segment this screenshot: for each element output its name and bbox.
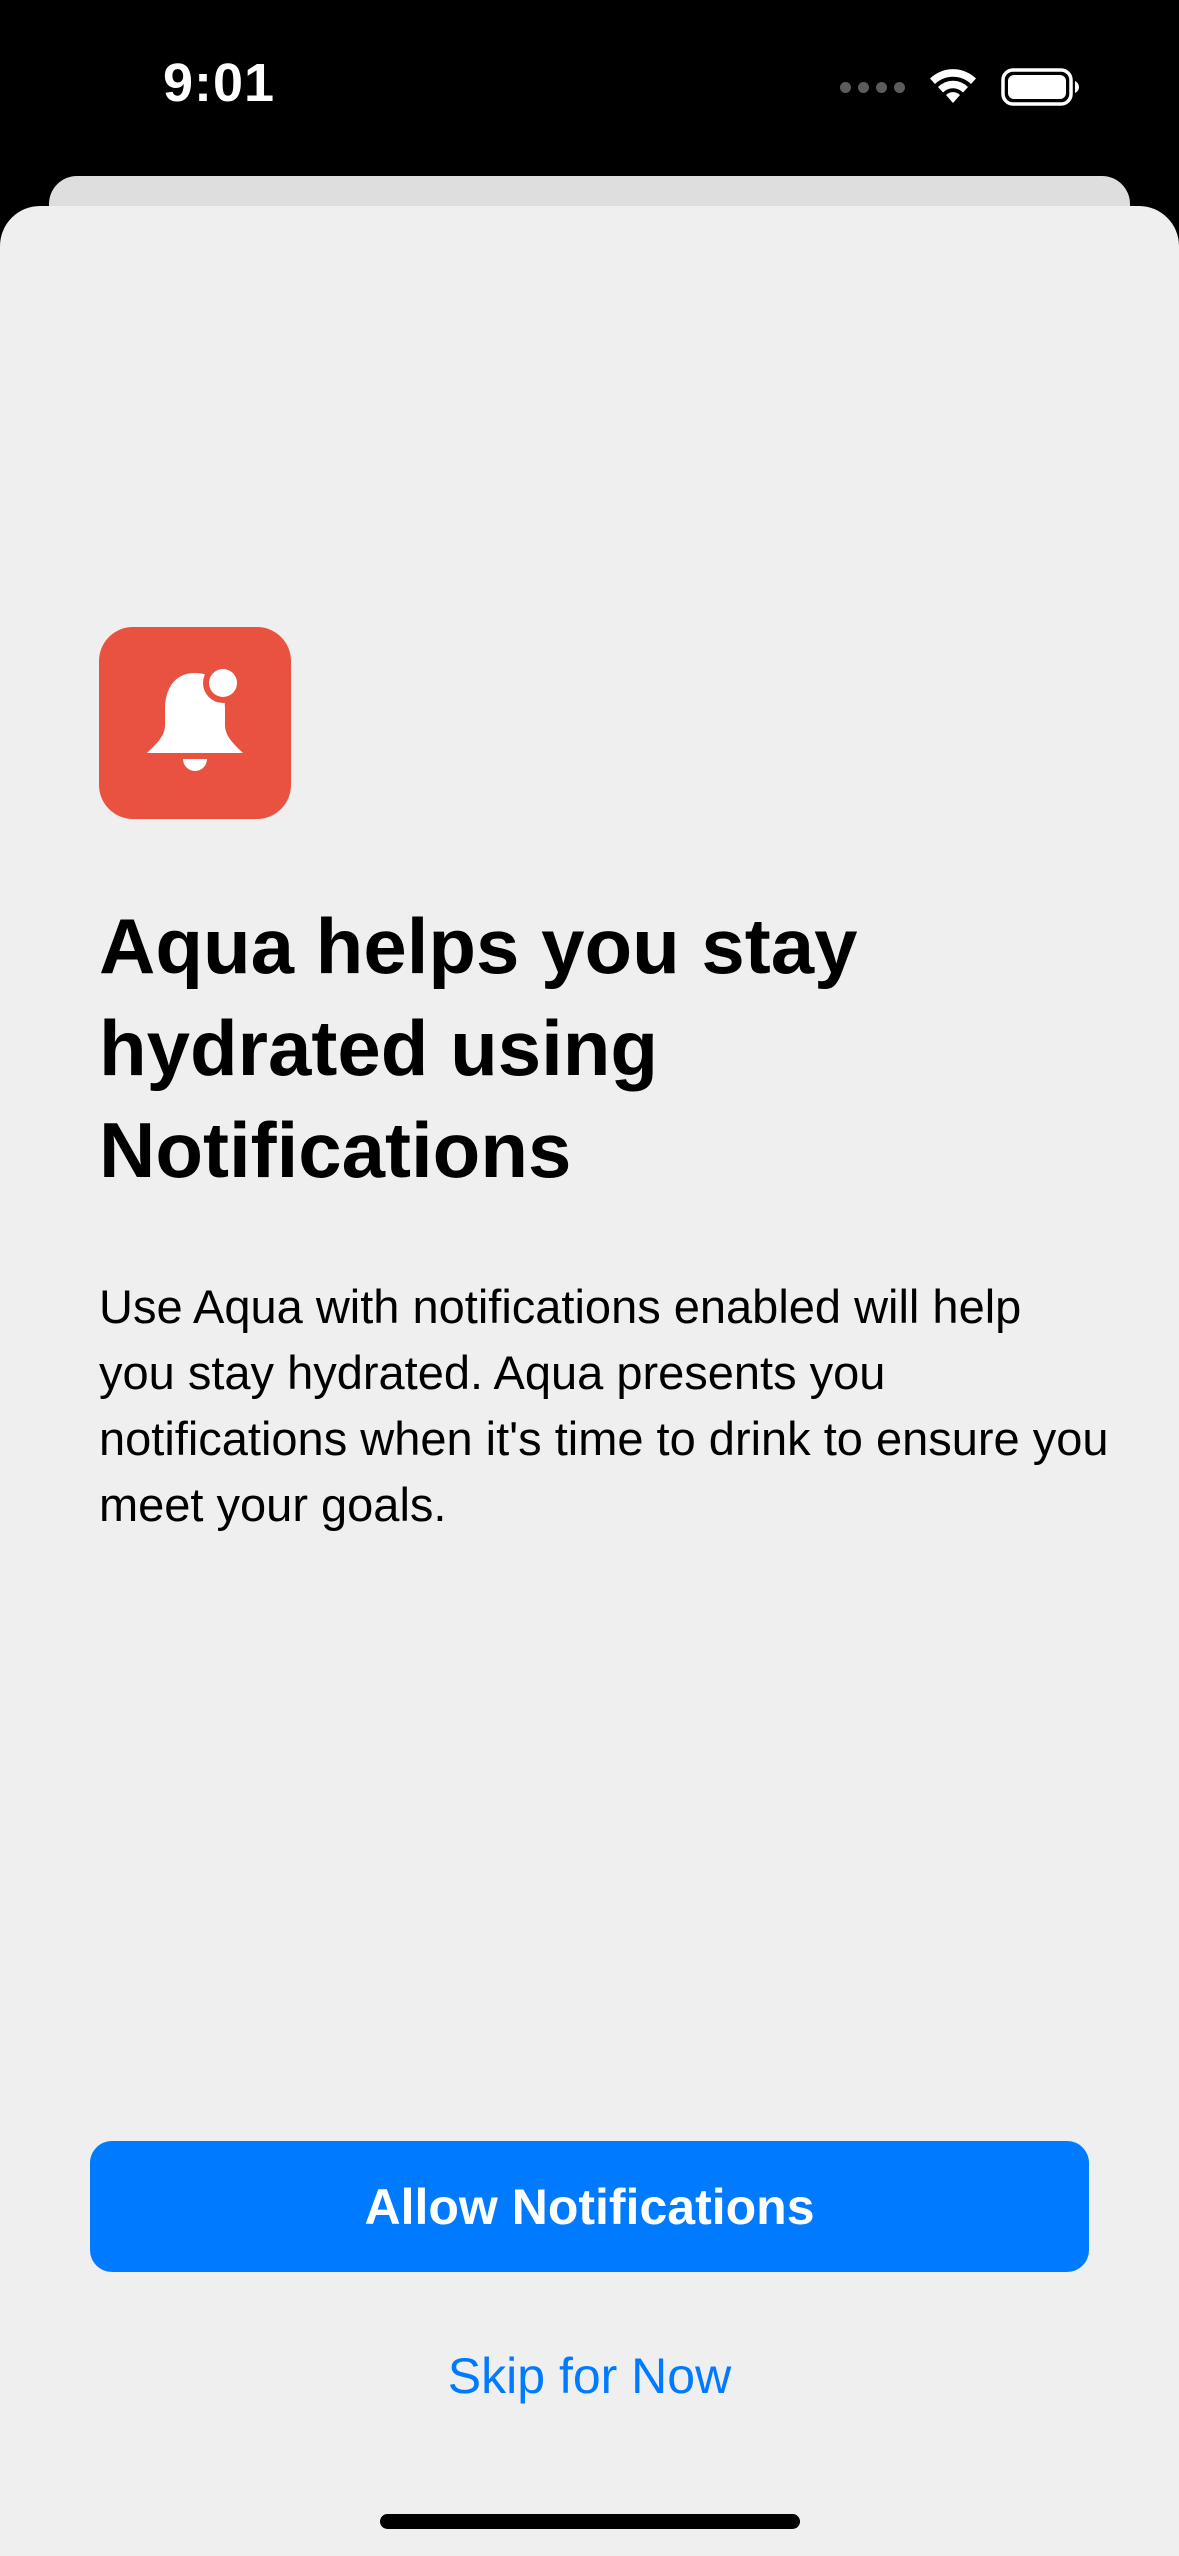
battery-icon: [1001, 67, 1081, 107]
screen: 9:01 Aqua helps you stay hydrated using …: [0, 0, 1179, 2556]
wifi-icon: [927, 67, 979, 107]
allow-notifications-button[interactable]: Allow Notifications: [90, 2141, 1089, 2272]
status-time: 9:01: [163, 53, 276, 113]
status-icons: [840, 62, 1081, 112]
skip-for-now-button[interactable]: Skip for Now: [90, 2336, 1089, 2416]
cellular-signal-icon: [840, 81, 905, 93]
home-indicator[interactable]: [380, 2514, 800, 2529]
description-text: Use Aqua with notifications enabled will…: [99, 1280, 1109, 1531]
bell-badge-icon: [99, 627, 291, 819]
page-title: Aqua helps you stay hydrated using Notif…: [99, 902, 858, 1194]
